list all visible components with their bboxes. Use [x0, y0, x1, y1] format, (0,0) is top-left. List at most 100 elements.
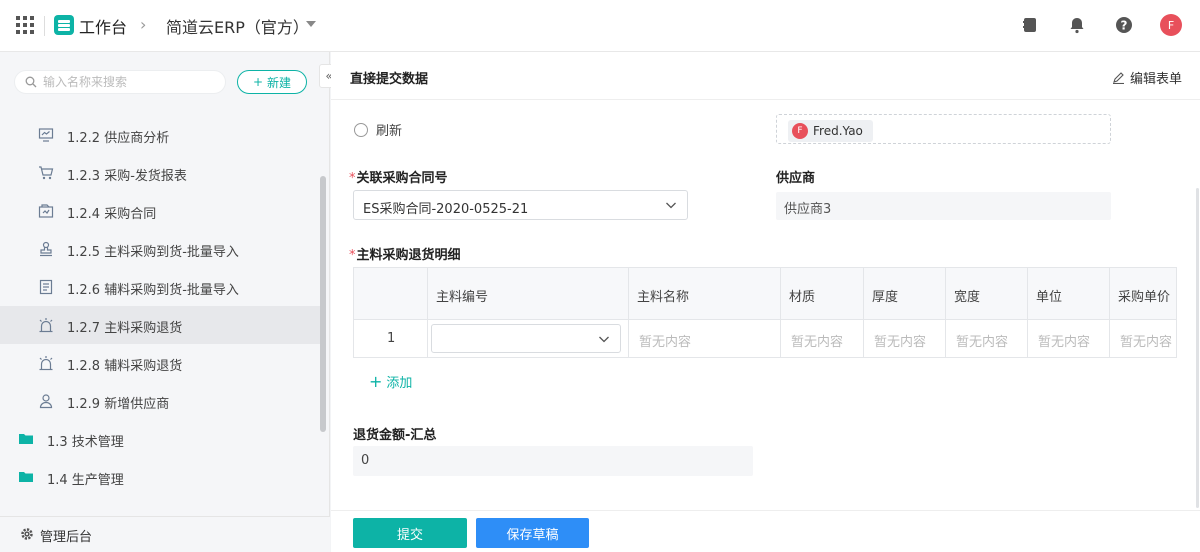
member-avatar: F [792, 123, 808, 139]
table-header-cell: 厚度 [864, 268, 946, 319]
divider [44, 16, 45, 36]
sidebar-folder-tech-management[interactable]: 1.3 技术管理 [0, 420, 322, 458]
submit-button[interactable]: 提交 [353, 518, 467, 548]
contract-select-value: ES采购合同-2020-0525-21 [363, 202, 529, 217]
required-mark: * [349, 248, 356, 263]
sidebar-item-label: 1.2.8 辅料采购退货 [67, 359, 183, 374]
save-draft-button[interactable]: 保存草稿 [476, 518, 589, 548]
table-header-cell: 主料编号 [428, 268, 629, 319]
table-row: 1 暂无内容 暂无内容 暂无内容 暂无内容 暂无内容 暂无内容 [354, 320, 1176, 357]
contract-label-text: 关联采购合同号 [356, 171, 448, 186]
sidebar-item-label: 1.2.4 采购合同 [67, 207, 157, 222]
form-scrollbar[interactable] [1196, 188, 1199, 508]
sidebar-item-main-material-import[interactable]: 1.2.5 主料采购到货-批量导入 [0, 230, 322, 268]
new-button-label: 新建 [267, 75, 292, 90]
supplier-field: 供应商3 [776, 192, 1111, 220]
alarm-icon [39, 356, 53, 371]
sidebar-item-label: 1.2.2 供应商分析 [67, 131, 170, 146]
detail-field-label: *主料采购退货明细 [349, 244, 461, 263]
detail-subtable: 主料编号 主料名称 材质 厚度 宽度 单位 采购单价 1 暂无内容 暂无内容 暂… [353, 267, 1177, 358]
sum-value: 0 [361, 453, 370, 468]
notebook-icon[interactable] [1020, 15, 1040, 35]
help-icon[interactable]: ? [1114, 15, 1134, 35]
chevron-down-icon [599, 336, 609, 343]
required-mark: * [349, 171, 356, 186]
caret-down-icon[interactable] [306, 21, 316, 27]
table-cell: 暂无内容 [946, 320, 1028, 357]
radio-circle[interactable] [354, 122, 368, 137]
bell-icon[interactable] [1067, 15, 1087, 35]
sidebar-scrollbar[interactable] [320, 176, 326, 432]
admin-backend-link[interactable]: 管理后台 [0, 516, 330, 552]
edit-form-label: 编辑表单 [1130, 72, 1183, 87]
apps-grid-icon[interactable] [16, 16, 34, 34]
radio-label: 刷新 [376, 124, 403, 139]
empty-cell-text: 暂无内容 [874, 335, 927, 350]
material-code-select[interactable] [431, 324, 621, 353]
table-cell: 暂无内容 [781, 320, 864, 357]
table-header-cell [354, 268, 428, 319]
table-cell: 暂无内容 [629, 320, 781, 357]
chevron-down-icon [666, 202, 676, 209]
sidebar-item-label: 1.2.5 主料采购到货-批量导入 [67, 245, 239, 260]
new-button[interactable]: + 新建 [237, 70, 307, 94]
table-header-cell: 采购单价 [1110, 268, 1176, 319]
supplier-value: 供应商3 [784, 202, 832, 217]
column-header: 采购单价 [1118, 290, 1171, 305]
monitor-chart-icon [38, 128, 54, 142]
sidebar-item-purchase-shipping-report[interactable]: 1.2.3 采购-发货报表 [0, 154, 322, 192]
sidebar-item-label: 1.2.9 新增供应商 [67, 397, 170, 412]
user-avatar[interactable]: F [1160, 14, 1182, 36]
person-icon [39, 394, 53, 409]
sidebar-folder-production-management[interactable]: 1.4 生产管理 [0, 458, 322, 496]
empty-cell-text: 暂无内容 [639, 335, 692, 350]
supplier-field-label: 供应商 [776, 171, 816, 186]
sidebar-item-aux-material-return[interactable]: 1.2.8 辅料采购退货 [0, 344, 322, 382]
table-header-cell: 材质 [781, 268, 864, 319]
cart-icon [39, 166, 54, 180]
edit-form-button[interactable]: 编辑表单 [1112, 68, 1182, 87]
member-name: Fred.Yao [813, 124, 863, 138]
folder-icon [19, 434, 33, 444]
form-panel: 直接提交数据 编辑表单 刷新 F Fred.Yao *关联采购合同号 ES采购合… [331, 52, 1200, 552]
table-header-cell: 主料名称 [629, 268, 781, 319]
form-header: 直接提交数据 编辑表单 [331, 52, 1200, 100]
contract-select[interactable]: ES采购合同-2020-0525-21 [353, 190, 688, 220]
member-chip[interactable]: F Fred.Yao [788, 120, 873, 142]
workspace-logo-icon[interactable] [54, 15, 74, 35]
search-input[interactable] [43, 75, 213, 89]
table-header-cell: 单位 [1028, 268, 1110, 319]
admin-backend-label: 管理后台 [40, 530, 93, 545]
row-number-cell: 1 [354, 320, 428, 357]
sidebar-item-supplier-analysis[interactable]: 1.2.2 供应商分析 [0, 116, 322, 154]
empty-cell-text: 暂无内容 [1120, 335, 1173, 350]
add-row-button[interactable]: + 添加 [369, 372, 412, 391]
sidebar-item-label: 1.4 生产管理 [47, 473, 124, 488]
empty-cell-text: 暂无内容 [791, 335, 844, 350]
svg-text:?: ? [1121, 19, 1128, 33]
column-header: 材质 [789, 290, 816, 305]
search-box[interactable] [14, 70, 226, 94]
table-header-cell: 宽度 [946, 268, 1028, 319]
member-field[interactable]: F Fred.Yao [776, 114, 1111, 144]
sidebar: + 新建 1.2.2 供应商分析 1.2.3 采购-发货报表 1 [0, 52, 330, 552]
table-header-row: 主料编号 主料名称 材质 厚度 宽度 单位 采购单价 [354, 268, 1176, 320]
app-name[interactable]: 简道云ERP（官方） [166, 14, 309, 38]
workspace-title[interactable]: 工作台 [79, 14, 127, 38]
contract-field-label: *关联采购合同号 [349, 167, 448, 186]
table-cell: 暂无内容 [864, 320, 946, 357]
table-cell: 暂无内容 [1028, 320, 1110, 357]
pencil-icon [1113, 72, 1124, 84]
gear-icon [21, 528, 33, 540]
sidebar-item-label: 1.3 技术管理 [47, 435, 124, 450]
sidebar-item-main-material-return[interactable]: 1.2.7 主料采购退货 [0, 306, 322, 344]
refresh-radio[interactable]: 刷新 [354, 120, 402, 139]
sidebar-item-new-supplier[interactable]: 1.2.9 新增供应商 [0, 382, 322, 420]
column-header: 主料名称 [637, 290, 690, 305]
sidebar-item-purchase-contract[interactable]: 1.2.4 采购合同 [0, 192, 322, 230]
material-code-cell[interactable] [428, 320, 629, 357]
empty-cell-text: 暂无内容 [1038, 335, 1091, 350]
sidebar-item-label: 1.2.7 主料采购退货 [67, 321, 183, 336]
sidebar-item-aux-material-import[interactable]: 1.2.6 辅料采购到货-批量导入 [0, 268, 322, 306]
top-bar: 工作台 › 简道云ERP（官方） ? F [0, 0, 1200, 52]
